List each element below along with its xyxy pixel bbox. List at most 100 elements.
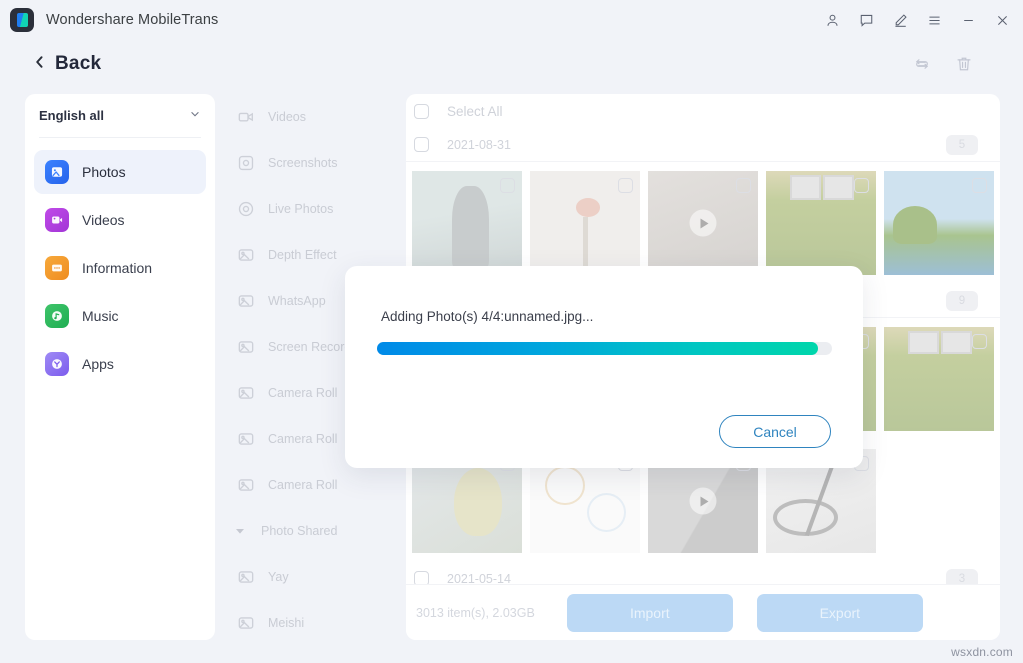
album-item-label: Camera Roll [268,432,338,446]
import-button[interactable]: Import [566,593,733,632]
progress-message: Adding Photo(s) 4/4:unnamed.jpg... [381,309,594,324]
back-label: Back [55,53,102,74]
select-all-row[interactable]: Select All [406,94,1000,128]
photos-icon [45,160,69,184]
photo-album-icon [235,612,257,634]
album-item-meishi[interactable]: Meishi [226,600,401,640]
thumbnail-checkbox[interactable] [972,178,987,193]
photo-album-icon [235,566,257,588]
feedback-icon[interactable] [849,4,883,36]
sidebar-nav: Photos Videos Information Music Apps [25,138,215,386]
cancel-button[interactable]: Cancel [719,415,831,448]
thumbnail-checkbox[interactable] [500,178,515,193]
export-button[interactable]: Export [756,593,923,632]
album-item-videos[interactable]: Videos [226,94,401,140]
date-group-header[interactable]: 2021-08-31 5 [406,128,1000,162]
sidebar-item-label: Videos [82,212,125,228]
videos-icon [45,208,69,232]
watermark: wsxdn.com [951,645,1013,659]
refresh-icon[interactable] [913,55,931,73]
thumbnail-video-hand[interactable] [648,171,758,275]
play-icon [689,487,717,515]
album-item-label: Depth Effect [268,248,337,262]
header-tools [913,55,1023,73]
sidebar-item-label: Music [82,308,119,324]
progress-bar-fill [377,342,819,355]
thumbnail-checkbox[interactable] [736,178,751,193]
date-group-label: 2021-08-31 [447,137,511,152]
thumbnail-grass[interactable] [884,327,994,431]
caret-down-icon [235,526,249,536]
music-icon [45,304,69,328]
information-icon [45,256,69,280]
screenshot-album-icon [235,152,257,174]
date-group-count-badge: 5 [946,134,978,155]
thumbnail-flowers[interactable] [530,171,640,275]
thumbnail-person[interactable] [412,171,522,275]
album-item-label: Yay [268,570,289,584]
sidebar-item-apps[interactable]: Apps [34,342,206,386]
photo-album-icon [235,244,257,266]
edit-icon[interactable] [883,4,917,36]
item-stats-label: 3013 item(s), 2.03GB [416,605,535,620]
window-controls [815,4,1023,36]
action-bar: 3013 item(s), 2.03GB Import Export [406,584,1000,640]
minimize-icon[interactable] [951,4,985,36]
trash-icon[interactable] [955,55,973,73]
application-window: Wondershare MobileTrans Back English all… [0,0,1023,663]
page-header: Back [0,40,1023,88]
close-icon[interactable] [985,4,1019,36]
sidebar-item-photos[interactable]: Photos [34,150,206,194]
app-title: Wondershare MobileTrans [46,12,219,28]
photo-album-icon [235,336,257,358]
album-item-label: Screenshots [268,156,338,170]
album-item-label: Camera Roll [268,386,338,400]
sidebar-item-information[interactable]: Information [34,246,206,290]
sidebar-item-music[interactable]: Music [34,294,206,338]
photo-album-icon [235,290,257,312]
mobiletrans-logo-icon [10,8,34,32]
back-button[interactable]: Back [33,53,101,75]
chevron-down-icon [189,107,201,125]
photo-album-icon [235,428,257,450]
play-icon [689,209,717,237]
date-group-checkbox[interactable] [414,137,429,152]
apps-icon [45,352,69,376]
album-item-label: WhatsApp [268,294,326,308]
chevron-left-icon [33,54,46,75]
album-item-camera-roll-3[interactable]: Camera Roll [226,462,401,508]
sidebar-item-label: Photos [82,164,126,180]
sidebar-item-label: Apps [82,356,114,372]
progress-bar-track [377,342,832,355]
album-item-label: Meishi [268,616,305,630]
video-album-icon [235,106,257,128]
account-icon[interactable] [815,4,849,36]
photo-album-icon [235,474,257,496]
progress-dialog: Adding Photo(s) 4/4:unnamed.jpg... Cance… [345,266,863,468]
language-selector[interactable]: English all [39,94,201,138]
live-photo-album-icon [235,198,257,220]
album-item-label: Videos [268,110,306,124]
album-item-yay[interactable]: Yay [226,554,401,600]
sidebar: English all Photos Videos Information Mu… [25,94,215,640]
sidebar-item-videos[interactable]: Videos [34,198,206,242]
album-group-photo-shared[interactable]: Photo Shared [226,508,401,554]
album-item-screenshots[interactable]: Screenshots [226,140,401,186]
thumbnail-checkbox[interactable] [618,178,633,193]
thumbnail-hedge[interactable] [766,171,876,275]
album-item-label: Live Photos [268,202,334,216]
language-selector-value: English all [39,108,105,123]
select-all-checkbox[interactable] [414,103,429,119]
thumbnail-checkbox[interactable] [854,178,869,193]
album-group-label: Photo Shared [261,524,338,538]
title-bar: Wondershare MobileTrans [0,0,1023,40]
album-item-live-photos[interactable]: Live Photos [226,186,401,232]
menu-icon[interactable] [917,4,951,36]
album-item-label: Camera Roll [268,478,338,492]
thumbnail-checkbox[interactable] [972,334,987,349]
photo-album-icon [235,382,257,404]
sidebar-item-label: Information [82,260,153,276]
thumbnail-beach[interactable] [884,171,994,275]
select-all-label: Select All [447,103,503,119]
date-group-count-badge: 9 [946,290,978,311]
